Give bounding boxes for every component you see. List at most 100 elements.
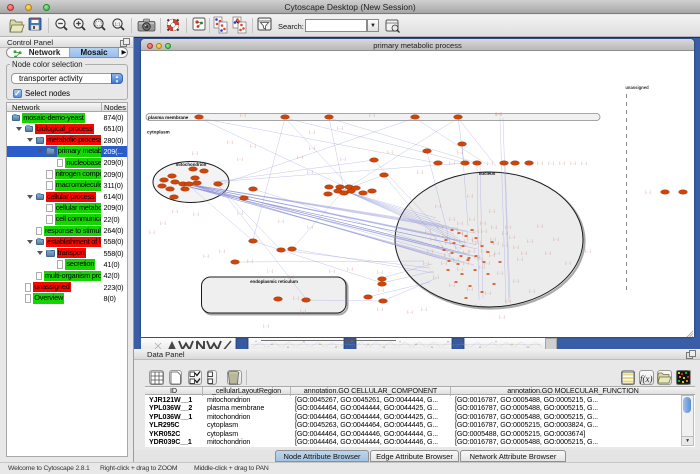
svg-text:[....]: [....] — [521, 251, 526, 255]
svg-text:[....]: [....] — [527, 239, 532, 243]
svg-text:plasma membrane: plasma membrane — [148, 115, 189, 120]
svg-text:[....]: [....] — [455, 245, 460, 249]
svg-text:[....]: [....] — [457, 221, 462, 225]
svg-text:[....]: [....] — [423, 261, 428, 265]
svg-text:f(x): f(x) — [640, 374, 653, 384]
svg-text:[....]: [....] — [421, 307, 426, 311]
svg-text:[....]: [....] — [581, 161, 586, 165]
svg-text:[....]: [....] — [497, 271, 502, 275]
svg-text:[....]: [....] — [172, 209, 177, 213]
svg-text:[....]: [....] — [263, 324, 268, 328]
svg-text:[....]: [....] — [467, 194, 472, 198]
svg-text:[....]: [....] — [489, 209, 494, 213]
svg-text:[....]: [....] — [437, 225, 442, 229]
svg-text:[....]: [....] — [509, 235, 514, 239]
svg-text:[....]: [....] — [487, 161, 492, 165]
svg-text:[....]: [....] — [537, 224, 542, 228]
svg-text:[....]: [....] — [565, 261, 570, 265]
svg-text:[....]: [....] — [449, 283, 454, 287]
svg-text:[....]: [....] — [300, 309, 305, 313]
svg-text:[....]: [....] — [445, 241, 450, 245]
svg-text:[....]: [....] — [537, 161, 542, 165]
svg-text:[....]: [....] — [160, 221, 165, 225]
svg-text:[....]: [....] — [378, 288, 383, 292]
svg-text:[....]: [....] — [250, 144, 255, 148]
svg-text:[....]: [....] — [473, 229, 478, 233]
svg-text:[....]: [....] — [481, 229, 486, 233]
svg-text:endoplasmic reticulum: endoplasmic reticulum — [250, 279, 298, 284]
svg-text:[....]: [....] — [548, 161, 553, 165]
svg-text:[....]: [....] — [192, 151, 197, 155]
svg-text:[....]: [....] — [469, 249, 474, 253]
svg-text:[....]: [....] — [491, 225, 496, 229]
svg-text:[....]: [....] — [377, 270, 382, 274]
svg-text:[....]: [....] — [494, 251, 499, 255]
svg-text:[....]: [....] — [513, 279, 518, 283]
svg-text:[....]: [....] — [297, 155, 302, 159]
svg-text:[....]: [....] — [377, 307, 382, 311]
svg-text:[....]: [....] — [329, 269, 334, 273]
svg-text:[....]: [....] — [267, 269, 272, 273]
svg-text:[....]: [....] — [430, 237, 435, 241]
svg-text:[....]: [....] — [240, 113, 245, 117]
svg-text:[....]: [....] — [453, 257, 458, 261]
svg-text:[....]: [....] — [480, 221, 485, 225]
svg-text:[....]: [....] — [247, 259, 252, 263]
svg-text:[....]: [....] — [288, 275, 293, 279]
svg-text:[....]: [....] — [449, 237, 454, 241]
svg-text:[....]: [....] — [347, 267, 352, 271]
svg-text:[....]: [....] — [425, 229, 430, 233]
svg-text:cytoplasm: cytoplasm — [147, 130, 170, 135]
svg-text:[....]: [....] — [475, 304, 480, 308]
svg-text:[....]: [....] — [307, 225, 312, 229]
svg-text:[....]: [....] — [237, 211, 242, 215]
svg-text:1:1: 1:1 — [115, 21, 121, 26]
svg-text:[....]: [....] — [545, 251, 550, 255]
svg-text:[....]: [....] — [309, 146, 314, 150]
svg-text:[....]: [....] — [457, 267, 462, 271]
svg-text:[....]: [....] — [505, 225, 510, 229]
svg-text:[....]: [....] — [203, 254, 208, 258]
svg-text:mitochondrion: mitochondrion — [176, 162, 207, 167]
svg-text:[....]: [....] — [219, 249, 224, 253]
svg-text:[....]: [....] — [463, 261, 468, 265]
svg-text:[....]: [....] — [149, 230, 154, 234]
svg-text:[....]: [....] — [459, 239, 464, 243]
svg-text:nucleus: nucleus — [479, 171, 496, 176]
svg-text:[....]: [....] — [499, 315, 504, 319]
svg-text:[....]: [....] — [502, 231, 507, 235]
svg-text:[....]: [....] — [645, 190, 650, 194]
svg-text:[....]: [....] — [407, 310, 412, 314]
svg-text:[....]: [....] — [463, 250, 468, 254]
svg-text:[....]: [....] — [449, 161, 454, 165]
svg-text:[....]: [....] — [585, 249, 590, 253]
svg-text:[....]: [....] — [278, 219, 283, 223]
svg-text:[....]: [....] — [513, 245, 518, 249]
svg-text:[....]: [....] — [427, 249, 432, 253]
svg-text:[....]: [....] — [193, 212, 198, 216]
svg-text:[....]: [....] — [467, 237, 472, 241]
svg-text:[....]: [....] — [559, 161, 564, 165]
svg-text:[....]: [....] — [493, 241, 498, 245]
svg-text:[....]: [....] — [307, 170, 312, 174]
svg-text:[....]: [....] — [517, 257, 522, 261]
svg-text:[....]: [....] — [293, 296, 298, 300]
svg-text:[....]: [....] — [481, 249, 486, 253]
svg-text:[....]: [....] — [340, 157, 345, 161]
svg-text:[....]: [....] — [387, 150, 392, 154]
svg-text:[....]: [....] — [309, 130, 314, 134]
svg-text:[....]: [....] — [479, 265, 484, 269]
svg-text:[....]: [....] — [469, 217, 474, 221]
svg-text:[....]: [....] — [433, 275, 438, 279]
svg-text:[....]: [....] — [495, 112, 500, 116]
svg-text:[....]: [....] — [435, 204, 440, 208]
svg-text:[....]: [....] — [505, 299, 510, 303]
svg-text:[....]: [....] — [502, 243, 507, 247]
svg-text:[....]: [....] — [553, 237, 558, 241]
svg-text:[....]: [....] — [442, 234, 447, 238]
svg-text:[....]: [....] — [237, 157, 242, 161]
svg-text:[....]: [....] — [227, 140, 232, 144]
svg-text:[....]: [....] — [441, 261, 446, 265]
svg-text:unassigned: unassigned — [625, 85, 649, 90]
svg-text:[....]: [....] — [529, 289, 534, 293]
